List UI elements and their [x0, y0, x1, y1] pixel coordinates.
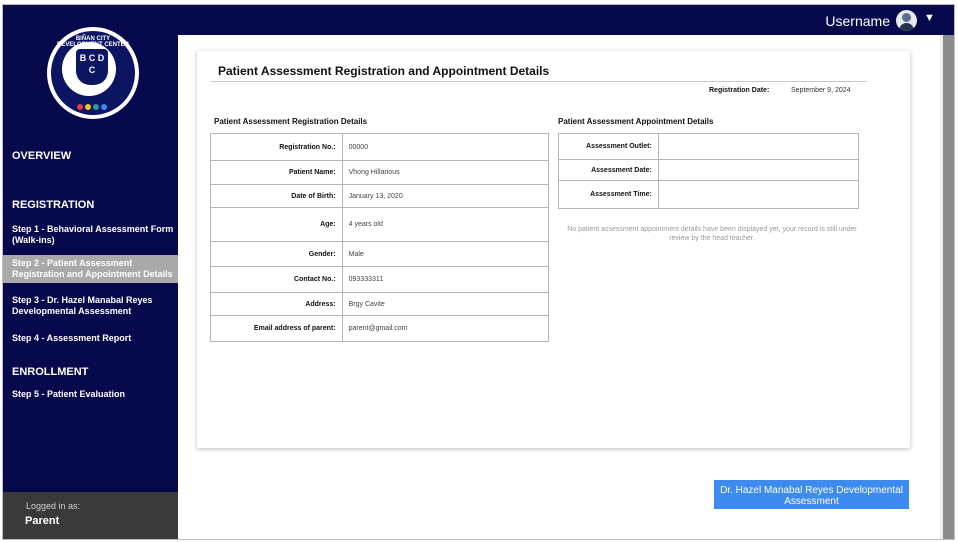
assessment-outlet-label: Assessment Outlet:	[558, 133, 659, 160]
nav-overview[interactable]: OVERVIEW	[12, 150, 71, 162]
gender-label: Gender:	[210, 241, 343, 267]
assessment-time-value	[657, 180, 860, 209]
email-value: parent@gmail.com	[341, 315, 550, 342]
table-row: Assessment Outlet:	[558, 133, 860, 160]
assessment-date-value	[657, 159, 860, 181]
sidebar-item-step-1[interactable]: Step 1 - Behavioral Assessment Form (Wal…	[3, 224, 178, 246]
sidebar-item-step-5[interactable]: Step 5 - Patient Evaluation	[3, 389, 178, 400]
registration-date-label: Registration Date:	[709, 87, 770, 94]
email-label: Email address of parent:	[210, 315, 343, 342]
table-row: Address: Brgy Cavite	[210, 292, 550, 316]
contact-no-label: Contact No.:	[210, 266, 343, 293]
age-value: 4 years old	[341, 207, 550, 242]
sidebar-item-step-3[interactable]: Step 3 - Dr. Hazel Manabal Reyes Develop…	[3, 295, 178, 317]
sidebar-item-step-4[interactable]: Step 4 - Assessment Report	[3, 333, 178, 344]
assessment-time-label: Assessment Time:	[558, 180, 659, 209]
details-card: Patient Assessment Registration and Appo…	[197, 51, 910, 448]
username-label[interactable]: Username	[825, 13, 890, 29]
logo-letters: B C D C	[79, 53, 105, 75]
nav-section-enrollment: ENROLLMENT	[12, 366, 89, 378]
assessment-outlet-value	[657, 133, 860, 160]
table-row: Gender: Male	[210, 241, 550, 267]
appointment-pending-note: No patient assessment appointment detail…	[567, 226, 857, 242]
gender-value: Male	[341, 241, 550, 267]
table-row: Email address of parent: parent@gmail.co…	[210, 315, 550, 342]
table-row: Age: 4 years old	[210, 207, 550, 242]
registration-details-title: Patient Assessment Registration Details	[214, 117, 368, 126]
registration-no-label: Registration No.:	[210, 133, 343, 161]
title-divider	[211, 81, 867, 82]
logged-in-label: Logged in as:	[26, 501, 81, 511]
app-window: Username ▼ BIÑAN CITY DEVELOPMENT CENTER…	[2, 4, 955, 540]
appointment-details-title: Patient Assessment Appointment Details	[558, 117, 714, 126]
page-title: Patient Assessment Registration and Appo…	[218, 64, 550, 78]
nav-section-registration: REGISTRATION	[12, 199, 95, 211]
sidebar-item-step-2[interactable]: Step 2 - Patient Assessment Registration…	[3, 255, 178, 283]
table-row: Patient Name: Vhong Hillarious	[210, 160, 550, 185]
registration-details-table: Registration No.: 00000 Patient Name: Vh…	[210, 133, 550, 342]
logo-arc-text: BIÑAN CITY DEVELOPMENT CENTER	[56, 36, 129, 48]
patient-name-value: Vhong Hillarious	[341, 160, 550, 185]
contact-no-value: 093333311	[341, 266, 550, 293]
table-row: Registration No.: 00000	[210, 133, 550, 161]
date-of-birth-label: Date of Birth:	[210, 184, 343, 208]
chevron-down-icon[interactable]: ▼	[924, 12, 935, 24]
address-value: Brgy Cavite	[341, 292, 550, 316]
user-avatar-icon[interactable]	[896, 10, 917, 31]
sidebar: BIÑAN CITY DEVELOPMENT CENTER B C D C OV…	[3, 5, 178, 539]
appointment-details-table: Assessment Outlet: Assessment Date: Asse…	[558, 133, 860, 209]
registration-no-value: 00000	[341, 133, 550, 161]
table-row: Assessment Time:	[558, 180, 860, 209]
logo-figures-icon	[77, 97, 111, 110]
table-row: Assessment Date:	[558, 159, 860, 181]
registration-date-value: September 9, 2024	[791, 87, 851, 94]
assessment-date-label: Assessment Date:	[558, 159, 659, 181]
table-row: Date of Birth: January 13, 2020	[210, 184, 550, 208]
age-label: Age:	[210, 207, 343, 242]
patient-name-label: Patient Name:	[210, 160, 343, 185]
table-row: Contact No.: 093333311	[210, 266, 550, 293]
date-of-birth-value: January 13, 2020	[341, 184, 550, 208]
developmental-assessment-button[interactable]: Dr. Hazel Manabal Reyes Developmental As…	[714, 480, 909, 509]
logged-in-role: Parent	[25, 515, 60, 527]
scrollbar-thumb[interactable]	[943, 35, 954, 539]
logged-in-panel: Logged in as: Parent	[3, 492, 178, 539]
center-logo: BIÑAN CITY DEVELOPMENT CENTER B C D C	[47, 27, 139, 119]
address-label: Address:	[210, 292, 343, 316]
